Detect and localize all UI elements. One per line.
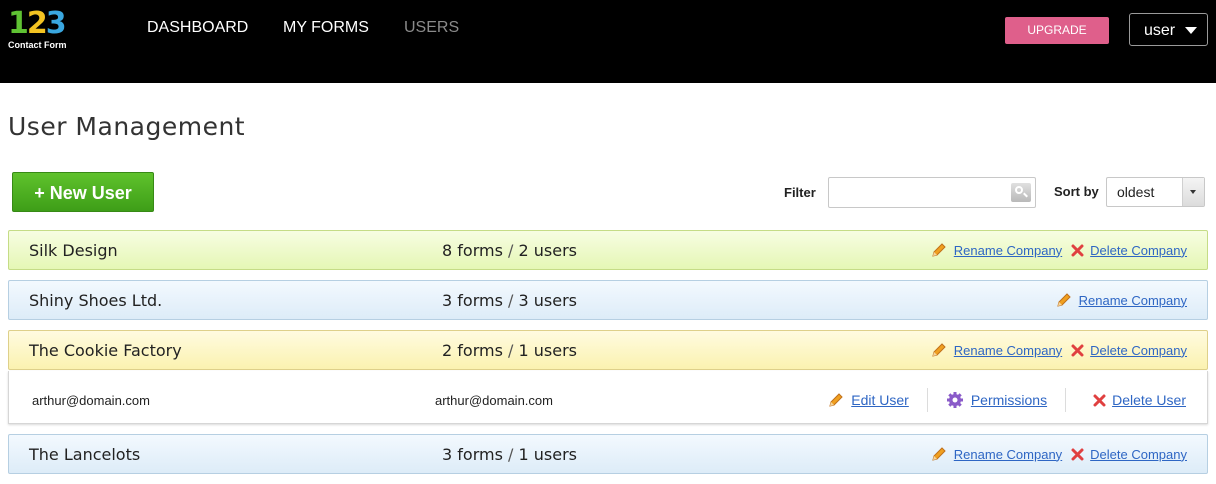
user-row: arthur@domain.com arthur@domain.com Edit… [8,371,1208,424]
company-row[interactable]: Silk Design 8 forms / 2 users Rename Com… [8,230,1208,270]
pencil-icon [932,243,946,257]
company-counts: 2 forms / 1 users [442,341,577,360]
pencil-icon [1056,293,1071,307]
company-actions: Rename Company Delete Company [930,341,1187,359]
delete-company-link[interactable]: Delete Company [1090,447,1187,462]
pencil-icon [932,447,946,461]
rename-company-link[interactable]: Rename Company [954,343,1062,358]
caret-down-icon [1185,27,1197,34]
user-menu-dropdown[interactable]: user [1129,13,1208,46]
nav-users[interactable]: USERS [404,19,459,37]
filter-input[interactable] [828,177,1036,208]
company-actions: Rename Company Delete Company [930,241,1187,259]
delete-icon [1071,448,1084,460]
divider [926,388,928,412]
company-actions: Rename Company [1055,291,1187,309]
nav-my-forms[interactable]: MY FORMS [283,19,369,37]
user-login: arthur@domain.com [435,393,553,408]
delete-icon [1093,394,1106,406]
company-name: The Lancelots [29,445,141,464]
delete-icon [1071,244,1084,256]
nav-dashboard[interactable]: DASHBOARD [147,19,248,37]
company-counts: 8 forms / 2 users [442,241,577,260]
company-row-expanded[interactable]: The Cookie Factory 2 forms / 1 users Ren… [8,330,1208,370]
dropdown-arrow-icon[interactable] [1182,178,1204,206]
upgrade-button[interactable]: UPGRADE [1005,17,1109,44]
user-actions: Edit User Permissions Delete User [827,388,1186,412]
pencil-icon [932,343,946,357]
logo-digits: 123 [8,6,67,41]
logo-text: Contact Form [8,40,67,50]
rename-company-link[interactable]: Rename Company [954,447,1062,462]
pencil-icon [829,393,843,407]
logo[interactable]: 123 Contact Form [8,8,72,54]
delete-company-link[interactable]: Delete Company [1090,343,1187,358]
permissions-link[interactable]: Permissions [971,392,1047,408]
company-name: The Cookie Factory [29,341,182,360]
edit-user-link[interactable]: Edit User [851,392,909,408]
sort-select[interactable]: oldest [1106,177,1205,207]
new-user-button[interactable]: + New User [12,172,154,212]
page-title: User Management [8,112,246,141]
top-navigation-bar: 123 Contact Form DASHBOARD MY FORMS USER… [0,0,1216,83]
sort-select-value: oldest [1117,184,1155,200]
sort-label: Sort by [1054,184,1099,199]
divider [1065,388,1067,412]
delete-company-link[interactable]: Delete Company [1090,243,1187,258]
company-actions: Rename Company Delete Company [930,445,1187,463]
user-menu-label: user [1144,22,1176,39]
company-counts: 3 forms / 3 users [442,291,577,310]
user-email: arthur@domain.com [32,393,150,408]
gear-icon [946,392,963,408]
rename-company-link[interactable]: Rename Company [954,243,1062,258]
company-name: Silk Design [29,241,118,260]
company-row[interactable]: Shiny Shoes Ltd. 3 forms / 3 users Renam… [8,280,1208,320]
company-name: Shiny Shoes Ltd. [29,291,163,310]
company-row[interactable]: The Lancelots 3 forms / 1 users Rename C… [8,434,1208,474]
delete-icon [1071,344,1084,356]
rename-company-link[interactable]: Rename Company [1079,293,1187,308]
delete-user-link[interactable]: Delete User [1112,392,1186,408]
filter-label: Filter [784,185,816,200]
company-counts: 3 forms / 1 users [442,445,577,464]
search-icon[interactable] [1011,183,1031,202]
